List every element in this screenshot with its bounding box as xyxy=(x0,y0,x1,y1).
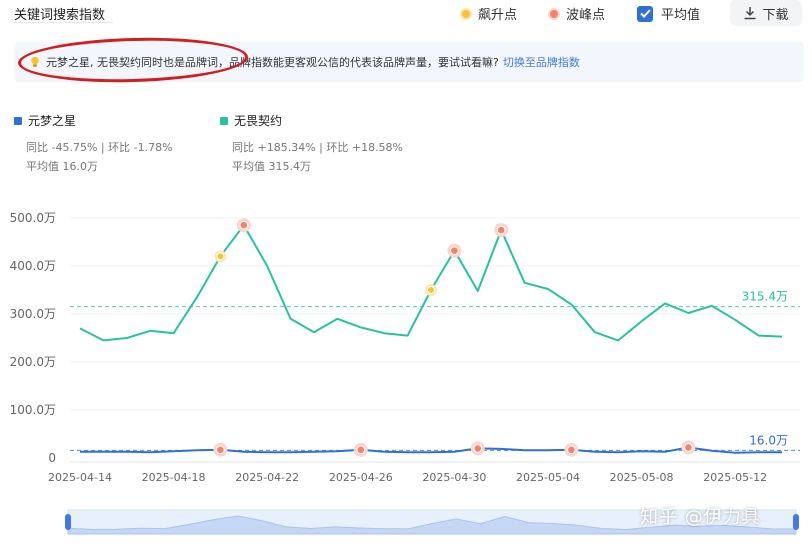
average-label: 315.4万 xyxy=(742,290,788,304)
x-tick-label: 2025-05-12 xyxy=(703,471,767,484)
rise-marker xyxy=(216,252,225,261)
peak-marker xyxy=(239,220,249,230)
x-tick-label: 2025-04-26 xyxy=(329,471,393,484)
y-tick-label: 300.0万 xyxy=(10,307,56,321)
range-handle-right[interactable] xyxy=(793,514,799,530)
y-tick-label: 0 xyxy=(48,451,56,465)
peak-marker xyxy=(473,444,483,453)
x-tick-label: 2025-04-30 xyxy=(422,471,486,484)
y-tick-label: 200.0万 xyxy=(10,355,56,369)
line-chart: 0 100.0万 200.0万 300.0万 400.0万 500.0万 2025-04-1… xyxy=(10,211,800,535)
range-handle-left[interactable] xyxy=(65,514,71,530)
x-tick-label: 2025-04-18 xyxy=(142,471,206,484)
peak-marker xyxy=(450,246,459,255)
y-tick-label: 100.0万 xyxy=(10,403,56,417)
peak-marker xyxy=(216,445,225,455)
peak-marker xyxy=(684,443,693,452)
x-tick-label: 2025-04-14 xyxy=(48,471,112,484)
watermark: 知乎 @伊力具 xyxy=(640,507,761,528)
peak-marker xyxy=(496,225,506,235)
x-tick-label: 2025-05-04 xyxy=(516,471,580,484)
peak-marker xyxy=(356,445,366,455)
x-tick-label: 2025-04-22 xyxy=(235,471,299,484)
series-line xyxy=(79,224,783,342)
average-label: 16.0万 xyxy=(749,433,788,447)
x-tick-label: 2025-05-08 xyxy=(610,471,674,484)
y-tick-label: 500.0万 xyxy=(10,211,56,225)
peak-marker xyxy=(567,445,576,455)
y-tick-label: 400.0万 xyxy=(10,259,56,273)
rise-marker xyxy=(427,286,435,294)
